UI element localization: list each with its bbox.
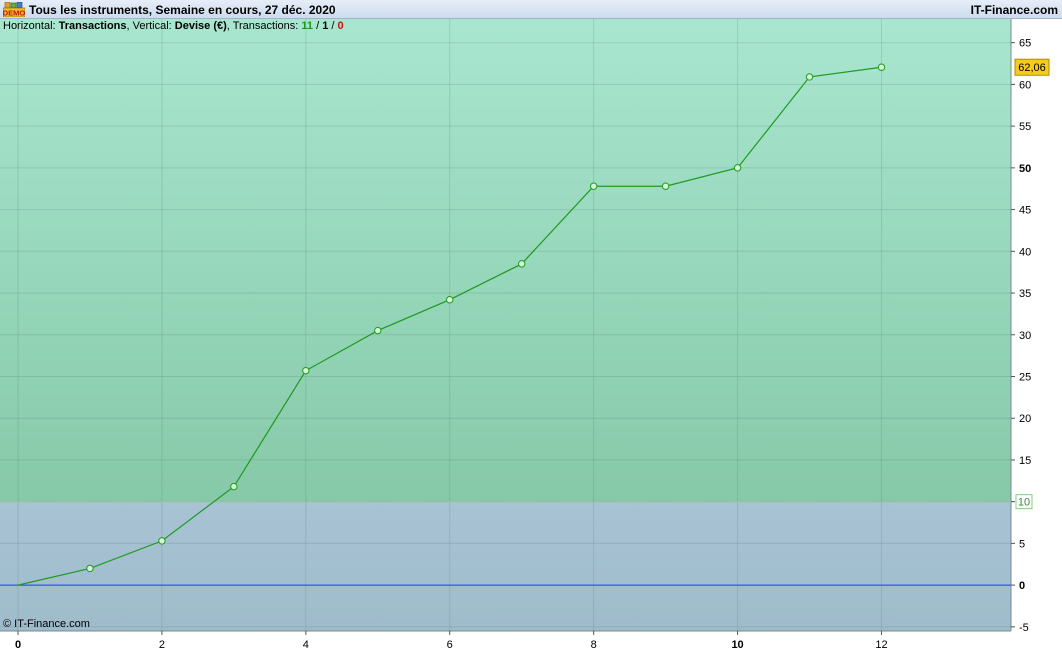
x-tick-label: 10 bbox=[731, 639, 743, 651]
data-point bbox=[877, 63, 886, 71]
y-tick-label: 50 bbox=[1019, 163, 1031, 175]
brand-name: IT-Finance.com bbox=[970, 3, 1058, 17]
y-tick-label: 60 bbox=[1019, 79, 1031, 91]
data-point bbox=[589, 182, 598, 190]
vertical-label: , Vertical: bbox=[126, 20, 175, 32]
y-tick-label: 5 bbox=[1019, 538, 1025, 550]
horizontal-value: Transactions bbox=[58, 20, 127, 32]
y-tick-label: 25 bbox=[1019, 371, 1031, 383]
profit-zone bbox=[0, 19, 1011, 502]
y-tick-label: 15 bbox=[1019, 455, 1031, 467]
transactions-label: , Transactions: bbox=[226, 20, 302, 32]
title-bar: DEMO Tous les instruments, Semaine en co… bbox=[0, 0, 1062, 19]
data-point bbox=[661, 182, 670, 190]
x-tick-label: 8 bbox=[591, 639, 597, 651]
demo-icon: DEMO bbox=[3, 2, 25, 17]
data-point bbox=[158, 537, 166, 545]
transactions-sep-1: / bbox=[313, 20, 323, 32]
loss-zone bbox=[0, 501, 1011, 631]
y-tick-label: -5 bbox=[1019, 622, 1029, 634]
equity-chart: -5 0 5 10 15 20 25 30 35 40 45 50 55 60 65 0 2 4 6 8 10 12 62,… bbox=[0, 19, 1062, 652]
data-point bbox=[517, 260, 526, 268]
transactions-total: 11 bbox=[301, 20, 314, 32]
transactions-zero: 0 bbox=[337, 20, 344, 32]
y-tick-label: 0 bbox=[1019, 580, 1025, 592]
y-tick-label: 30 bbox=[1019, 330, 1031, 342]
data-point bbox=[446, 296, 454, 304]
vertical-value: Devise (€) bbox=[174, 20, 227, 32]
data-point bbox=[230, 482, 238, 491]
x-tick-label: 0 bbox=[15, 639, 21, 651]
y-tick-label: 55 bbox=[1019, 121, 1031, 133]
y-tick-label: 40 bbox=[1019, 246, 1031, 258]
x-tick-label: 4 bbox=[303, 639, 309, 651]
chart-title: Tous les instruments, Semaine en cours, … bbox=[29, 3, 336, 17]
x-tick-label: 6 bbox=[447, 639, 453, 651]
y-tick-label: 35 bbox=[1019, 288, 1031, 300]
last-value-label: 62,06 bbox=[1018, 62, 1046, 74]
y-tick-label: 45 bbox=[1019, 205, 1031, 217]
y-tick-label: 65 bbox=[1019, 38, 1031, 50]
data-point bbox=[86, 564, 94, 573]
demo-icon-label: DEMO bbox=[3, 9, 25, 18]
x-tick-label: 2 bbox=[159, 639, 165, 651]
chart-info-line: Horizontal: Transactions, Vertical: Devi… bbox=[3, 20, 344, 32]
y-tick-label: 20 bbox=[1019, 413, 1031, 425]
data-point bbox=[733, 164, 742, 172]
data-point bbox=[374, 326, 382, 335]
data-point bbox=[302, 366, 310, 375]
x-tick-label: 12 bbox=[875, 639, 887, 651]
horizontal-label: Horizontal: bbox=[3, 20, 59, 32]
copyright-text: © IT-Finance.com bbox=[3, 618, 90, 630]
data-point bbox=[805, 73, 814, 81]
threshold-label: 10 bbox=[1018, 497, 1030, 509]
